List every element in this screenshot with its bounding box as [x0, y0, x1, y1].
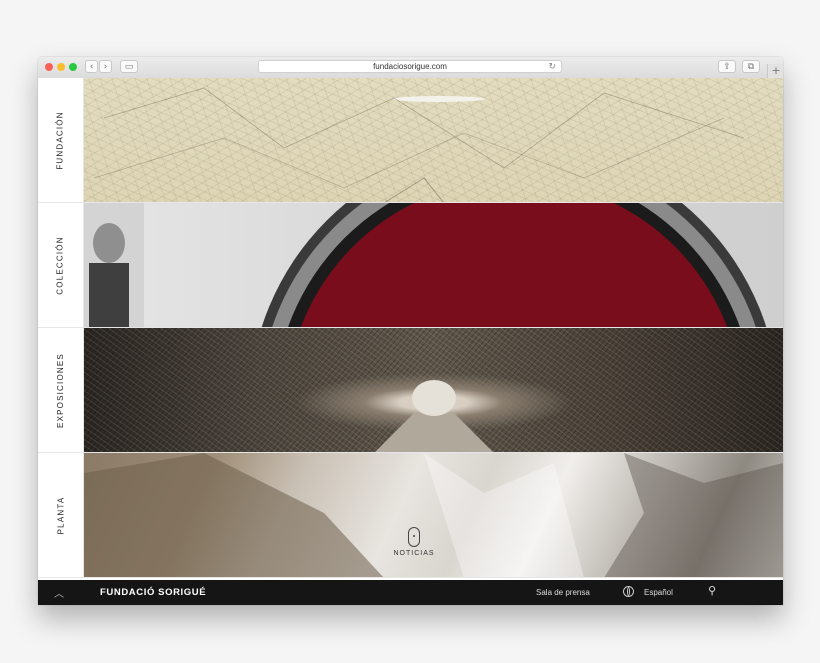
globe-icon[interactable]: [623, 586, 634, 597]
section-exposiciones[interactable]: EXPOSICIONES: [38, 328, 783, 453]
exposiciones-image[interactable]: [84, 328, 783, 452]
fundacion-image[interactable]: [84, 78, 783, 202]
press-link[interactable]: Sala de prensa: [536, 588, 590, 597]
rock-shape: [84, 453, 384, 577]
rock-shape: [604, 453, 783, 577]
figure-body: [89, 263, 129, 327]
search-icon[interactable]: ⚲: [708, 584, 716, 597]
tunnel-floor: [375, 413, 493, 452]
forward-icon[interactable]: ›: [99, 60, 112, 73]
sidebar-icon[interactable]: ▭: [120, 60, 138, 73]
coleccion-image[interactable]: [84, 203, 783, 327]
planta-landscape: [84, 453, 783, 577]
section-label-container[interactable]: PLANTA: [38, 453, 84, 577]
share-icon[interactable]: ⇪: [718, 60, 736, 73]
zoom-window-button[interactable]: [69, 63, 77, 71]
section-label[interactable]: EXPOSICIONES: [56, 353, 65, 428]
planta-image[interactable]: NOTICIAS: [84, 453, 783, 577]
minimize-window-button[interactable]: [57, 63, 65, 71]
drawing-line: [384, 177, 444, 202]
tunnel-light: [412, 380, 456, 416]
noticias-label: NOTICIAS: [393, 550, 435, 557]
reload-icon[interactable]: ↻: [548, 61, 556, 73]
drawing-line: [93, 117, 725, 189]
chevron-up-icon[interactable]: ︿: [54, 585, 64, 600]
tabs-icon[interactable]: ⧉: [742, 60, 760, 73]
section-label[interactable]: FUNDACIÓN: [56, 111, 65, 169]
section-planta[interactable]: PLANTA NOTICIAS: [38, 453, 783, 578]
drawing-highlight: [393, 96, 485, 102]
section-fundacion[interactable]: FUNDACIÓN: [38, 78, 783, 203]
back-icon[interactable]: ‹: [85, 60, 98, 73]
browser-window: ‹ › ▭ fundaciosorigue.com ↻ ⇪ ⧉ + FUNDAC…: [38, 57, 783, 605]
section-label-container[interactable]: FUNDACIÓN: [38, 78, 84, 202]
figure-head: [93, 223, 125, 263]
section-coleccion[interactable]: COLECCIÓN: [38, 203, 783, 328]
section-label[interactable]: COLECCIÓN: [56, 236, 65, 294]
scroll-mouse-icon: [408, 527, 420, 547]
fundacion-drawing: [93, 87, 745, 202]
brand-logo[interactable]: FUNDACIÓ SORIGUÉ: [100, 587, 206, 598]
coleccion-artwork: [84, 203, 767, 327]
sand-shape: [424, 453, 584, 577]
section-label-container[interactable]: COLECCIÓN: [38, 203, 84, 327]
site-footer: ︿ FUNDACIÓ SORIGUÉ Sala de prensa Españo…: [38, 580, 783, 605]
sections-list: FUNDACIÓN COLECCIÓN EXPOSICIONES PLANTA …: [38, 78, 783, 578]
tunnel-artwork: [375, 380, 493, 452]
address-bar[interactable]: fundaciosorigue.com ↻: [258, 60, 562, 73]
language-selector[interactable]: Español: [644, 588, 673, 597]
browser-toolbar: ‹ › ▭ fundaciosorigue.com ↻ ⇪ ⧉ +: [38, 57, 783, 79]
url-text: fundaciosorigue.com: [373, 62, 447, 71]
new-tab-icon[interactable]: +: [767, 64, 783, 78]
noticias-button[interactable]: NOTICIAS: [389, 527, 439, 557]
section-label-container[interactable]: EXPOSICIONES: [38, 328, 84, 452]
close-window-button[interactable]: [45, 63, 53, 71]
section-label[interactable]: PLANTA: [56, 496, 65, 534]
